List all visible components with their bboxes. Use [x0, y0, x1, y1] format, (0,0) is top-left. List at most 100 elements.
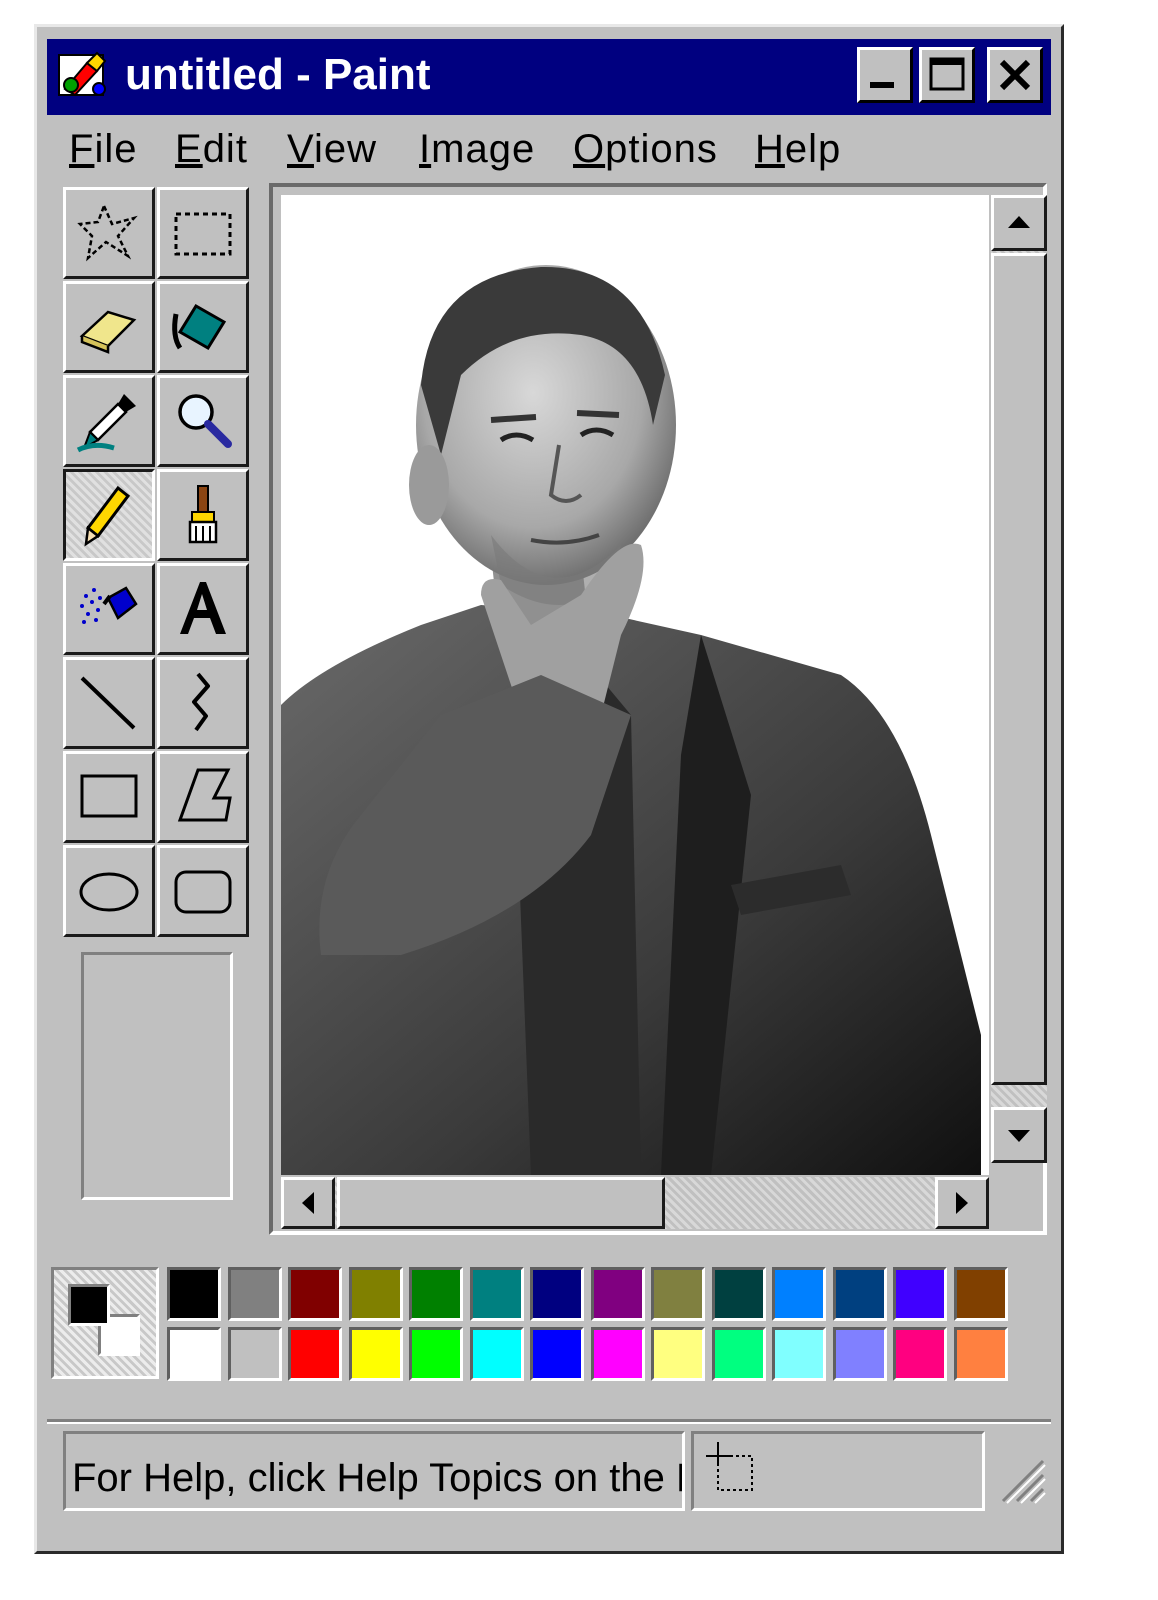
- foreground-color[interactable]: [68, 1284, 110, 1326]
- color-swatch[interactable]: [651, 1267, 705, 1321]
- arrow-down-icon: [1008, 1130, 1030, 1142]
- menu-edit-rest: dit: [202, 127, 248, 171]
- color-swatch[interactable]: [409, 1327, 463, 1381]
- free-form-select-icon: [77, 202, 138, 262]
- menu-image-mnemonic: I: [419, 127, 432, 171]
- color-swatch[interactable]: [227, 1327, 282, 1381]
- menu-help[interactable]: Help: [755, 125, 841, 173]
- color-picker-icon: [76, 394, 136, 453]
- color-swatch[interactable]: [772, 1327, 826, 1381]
- maximize-button[interactable]: [919, 47, 975, 103]
- tool-options-panel[interactable]: [81, 952, 233, 1200]
- arrow-right-icon: [956, 1192, 968, 1214]
- polygon-icon: [177, 768, 232, 822]
- scroll-up-button[interactable]: [991, 195, 1047, 251]
- scroll-right-button[interactable]: [935, 1177, 989, 1229]
- drawing-canvas[interactable]: [281, 195, 989, 1175]
- color-swatch[interactable]: [469, 1327, 524, 1381]
- color-swatch[interactable]: [832, 1267, 887, 1321]
- color-swatch[interactable]: [227, 1267, 282, 1321]
- horizontal-scroll-thumb[interactable]: [337, 1177, 665, 1229]
- menu-edit-mnemonic: E: [175, 127, 203, 171]
- pencil-icon: [84, 485, 131, 547]
- color-swatch[interactable]: [167, 1267, 221, 1321]
- tool-brush[interactable]: [157, 469, 249, 561]
- airbrush-icon: [80, 586, 138, 624]
- current-colors[interactable]: [51, 1267, 159, 1379]
- tool-curve[interactable]: [157, 657, 249, 749]
- menu-file-mnemonic: F: [69, 127, 95, 171]
- tool-select[interactable]: [157, 187, 249, 279]
- tool-pencil[interactable]: [63, 469, 155, 561]
- tool-rectangle[interactable]: [63, 751, 155, 843]
- menu-file[interactable]: File: [69, 125, 137, 173]
- select-icon: [174, 212, 232, 256]
- menu-help-mnemonic: H: [755, 127, 785, 171]
- tool-fill[interactable]: [157, 281, 249, 373]
- color-swatch[interactable]: [893, 1267, 947, 1321]
- menu-file-rest: ile: [94, 127, 138, 171]
- horizontal-scrollbar[interactable]: [281, 1177, 989, 1229]
- status-help-text: For Help, click Help Topics on the Help …: [72, 1456, 682, 1500]
- color-swatch[interactable]: [530, 1327, 584, 1381]
- menu-options[interactable]: Options: [573, 125, 718, 173]
- minimize-button[interactable]: [857, 47, 913, 103]
- vertical-scroll-thumb[interactable]: [991, 253, 1047, 1085]
- paint-app-icon: [58, 51, 107, 97]
- menu-bar: File Edit View Image Options Help: [47, 119, 1051, 179]
- color-swatch[interactable]: [348, 1267, 403, 1321]
- color-swatch[interactable]: [469, 1267, 524, 1321]
- color-swatch[interactable]: [893, 1327, 947, 1381]
- ellipse-icon: [79, 872, 139, 912]
- status-bar: For Help, click Help Topics on the Help …: [63, 1431, 1046, 1515]
- color-swatch[interactable]: [530, 1267, 584, 1321]
- canvas-frame: [269, 183, 1047, 1235]
- scroll-left-button[interactable]: [281, 1177, 335, 1229]
- status-help: For Help, click Help Topics on the Help …: [63, 1431, 685, 1511]
- tool-magnifier[interactable]: [157, 375, 249, 467]
- title-bar[interactable]: untitled - Paint: [47, 39, 1051, 115]
- color-swatch[interactable]: [409, 1267, 463, 1321]
- color-swatch[interactable]: [348, 1327, 403, 1381]
- line-icon: [80, 676, 136, 730]
- color-swatch[interactable]: [711, 1327, 766, 1381]
- tool-ellipse[interactable]: [63, 845, 155, 937]
- color-swatch[interactable]: [288, 1267, 342, 1321]
- color-swatch[interactable]: [772, 1267, 826, 1321]
- menu-view[interactable]: View: [287, 125, 377, 173]
- color-swatch[interactable]: [167, 1327, 221, 1381]
- curve-icon: [192, 672, 210, 732]
- tool-rounded-rectangle[interactable]: [157, 845, 249, 937]
- tool-airbrush[interactable]: [63, 563, 155, 655]
- menu-edit[interactable]: Edit: [175, 125, 248, 173]
- color-swatch[interactable]: [832, 1327, 887, 1381]
- tool-eraser[interactable]: [63, 281, 155, 373]
- color-swatch[interactable]: [288, 1327, 342, 1381]
- tool-line[interactable]: [63, 657, 155, 749]
- close-button[interactable]: [987, 47, 1043, 103]
- color-swatch[interactable]: [953, 1327, 1008, 1381]
- color-swatch[interactable]: [590, 1267, 645, 1321]
- tool-color-picker[interactable]: [63, 375, 155, 467]
- arrow-left-icon: [302, 1192, 314, 1214]
- tool-free-form-select[interactable]: [63, 187, 155, 279]
- resize-grip-icon[interactable]: [993, 1451, 1049, 1511]
- tool-polygon[interactable]: [157, 751, 249, 843]
- menu-image-rest: mage: [431, 127, 536, 171]
- color-swatch[interactable]: [711, 1267, 766, 1321]
- tool-text[interactable]: [157, 563, 249, 655]
- brush-icon: [188, 485, 218, 544]
- paint-window: untitled - Paint File Edit View Image Op…: [34, 24, 1064, 1554]
- close-icon: [999, 59, 1031, 91]
- menu-help-rest: elp: [784, 127, 842, 171]
- color-swatch[interactable]: [590, 1327, 645, 1381]
- color-swatch[interactable]: [953, 1267, 1008, 1321]
- menu-view-rest: iew: [313, 127, 377, 171]
- vertical-scrollbar[interactable]: [991, 195, 1047, 1163]
- menu-options-mnemonic: O: [573, 127, 606, 171]
- menu-options-rest: ptions: [605, 127, 718, 171]
- scroll-down-button[interactable]: [991, 1107, 1047, 1163]
- color-swatch[interactable]: [651, 1327, 705, 1381]
- maximize-icon: [929, 57, 965, 91]
- menu-image[interactable]: Image: [419, 125, 535, 173]
